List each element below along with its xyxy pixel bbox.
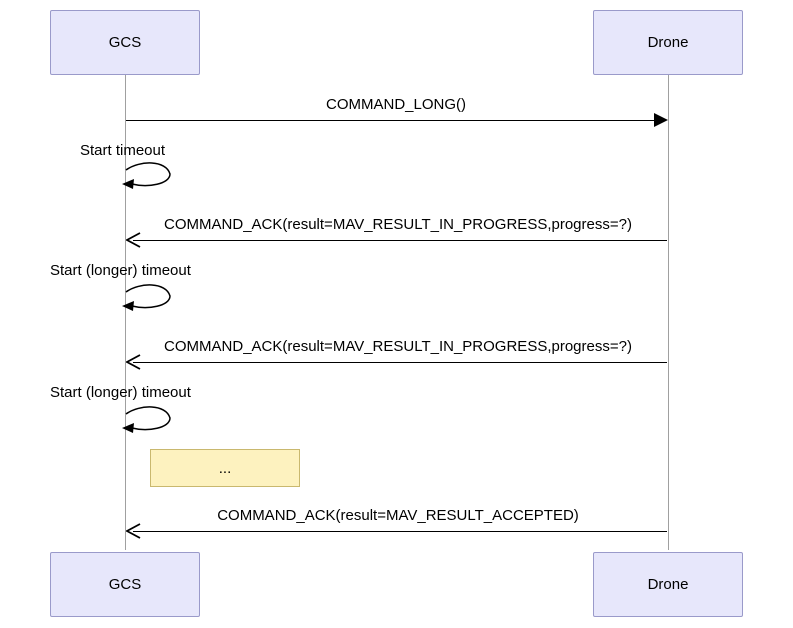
arrowhead-right-solid: [654, 113, 670, 127]
self-message-start-timeout: Start timeout: [80, 142, 165, 159]
participant-label: GCS: [109, 34, 142, 51]
self-loop-icon: [118, 162, 178, 192]
arrowhead-left-open: [126, 232, 142, 248]
self-message-longer-timeout-2: Start (longer) timeout: [50, 384, 191, 401]
sequence-diagram: GCS Drone COMMAND_LONG() Start timeout C…: [0, 0, 793, 628]
arrow-line: [133, 362, 667, 363]
arrowhead-left-open: [126, 523, 142, 539]
arrow-line: [126, 120, 660, 121]
participant-label: Drone: [648, 576, 689, 593]
participant-label: GCS: [109, 576, 142, 593]
self-loop-icon: [118, 284, 178, 314]
message-ack-in-progress-2: COMMAND_ACK(result=MAV_RESULT_IN_PROGRES…: [164, 338, 632, 355]
message-command-long: COMMAND_LONG(): [326, 96, 466, 113]
message-ack-accepted: COMMAND_ACK(result=MAV_RESULT_ACCEPTED): [217, 507, 579, 524]
lifeline-drone: [668, 75, 669, 550]
message-ack-in-progress-1: COMMAND_ACK(result=MAV_RESULT_IN_PROGRES…: [164, 216, 632, 233]
participant-label: Drone: [648, 34, 689, 51]
self-message-longer-timeout-1: Start (longer) timeout: [50, 262, 191, 279]
arrow-line: [133, 531, 667, 532]
participant-drone-top: Drone: [593, 10, 743, 75]
self-loop-icon: [118, 406, 178, 436]
note-text: ...: [219, 460, 232, 477]
participant-drone-bottom: Drone: [593, 552, 743, 617]
note-ellipsis: ...: [150, 449, 300, 487]
arrowhead-left-open: [126, 354, 142, 370]
participant-gcs-top: GCS: [50, 10, 200, 75]
participant-gcs-bottom: GCS: [50, 552, 200, 617]
arrow-line: [133, 240, 667, 241]
